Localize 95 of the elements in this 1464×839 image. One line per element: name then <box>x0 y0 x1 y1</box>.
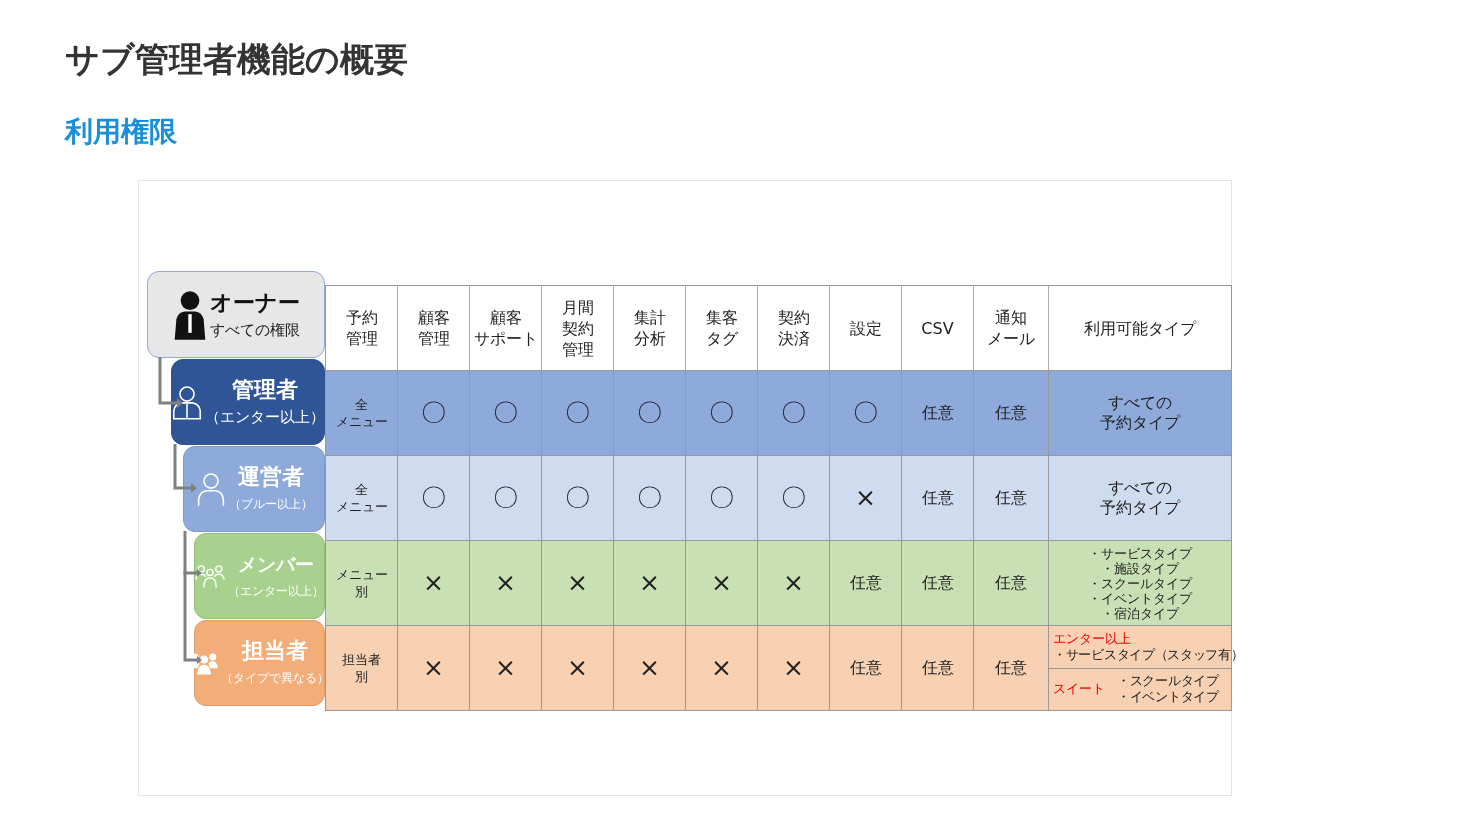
table-cell: 〇 <box>637 401 662 425</box>
column-header: 集客 <box>705 307 738 328</box>
table-cell: 〇 <box>421 486 446 510</box>
table-cell-text: 任意 <box>995 657 1027 679</box>
table-cell: × <box>639 571 660 595</box>
menu-scope: 担当者 <box>342 651 381 668</box>
menu-scope: 全 <box>355 481 368 498</box>
table-cell-text: 任意 <box>849 657 882 679</box>
menu-scope: メニュー <box>335 413 388 430</box>
column-header: 集計 <box>633 307 666 328</box>
table-cell: × <box>783 656 804 680</box>
column-header: 設定 <box>849 317 882 339</box>
table-cell: 〇 <box>493 401 518 425</box>
type-text: ・スクールタイプ <box>1117 673 1219 690</box>
table-cell-text: 任意 <box>995 572 1027 594</box>
column-header: 管理 <box>561 338 594 360</box>
table-cell: 〇 <box>565 486 590 510</box>
table-cell: 〇 <box>565 401 590 425</box>
table-cell: 〇 <box>781 401 806 425</box>
column-header: タグ <box>705 328 738 349</box>
table-cell-text: 任意 <box>849 572 882 594</box>
column-header: 利用可能タイプ <box>1084 317 1196 339</box>
table-cell: 〇 <box>637 486 662 510</box>
type-text: ・サービスタイプ <box>1088 545 1192 561</box>
column-header: 契約 <box>561 317 594 339</box>
column-header: サポート <box>473 328 538 349</box>
column-header: 月間 <box>561 296 594 318</box>
plan-label: スイート <box>1053 681 1105 698</box>
page-title: サブ管理者機能の概要 <box>65 38 409 81</box>
person-icon <box>171 384 202 420</box>
table-cell: × <box>423 656 444 680</box>
table-cell-text: 任意 <box>921 402 954 424</box>
role-name: メンバー <box>238 552 314 577</box>
table-cell: × <box>567 656 588 680</box>
column-header: 管理 <box>417 328 450 349</box>
role-name: 担当者 <box>242 637 308 665</box>
column-header: 管理 <box>345 328 378 349</box>
table-cell: 〇 <box>709 401 734 425</box>
table-cell-text: 任意 <box>995 402 1027 424</box>
column-header: メール <box>987 328 1035 349</box>
column-header: 顧客 <box>417 307 450 328</box>
table-cell-text: 任意 <box>995 487 1027 509</box>
role-name: 管理者 <box>231 376 298 404</box>
column-header: 予約 <box>345 307 378 328</box>
table-cell: × <box>855 486 876 510</box>
table-cell: × <box>567 571 588 595</box>
menu-scope: メニュー <box>335 566 388 583</box>
table-cell: 〇 <box>709 486 734 510</box>
table-cell: 〇 <box>421 401 446 425</box>
type-text: ・イベントタイプ <box>1088 590 1192 606</box>
table-cell: × <box>711 571 732 595</box>
type-text: ・施設タイプ <box>1101 560 1179 576</box>
role-note: （エンター以上） <box>204 407 325 428</box>
table-cell: × <box>495 656 516 680</box>
role-note: （タイプで異なる） <box>221 670 329 687</box>
role-note: すべての権限 <box>209 319 300 341</box>
table-cell: × <box>639 656 660 680</box>
type-text: ・スクールタイプ <box>1088 575 1192 591</box>
column-header: 通知 <box>995 307 1027 328</box>
role-name: オーナー <box>209 288 300 317</box>
plan-label: エンター以上 <box>1053 630 1131 647</box>
menu-scope: 別 <box>355 668 368 685</box>
column-header: 顧客 <box>489 307 522 328</box>
role-note: （エンター以上） <box>228 583 324 600</box>
type-text: すべての <box>1108 393 1172 413</box>
menu-scope: 別 <box>355 583 368 600</box>
connector-arrow <box>158 357 183 408</box>
type-text: ・イベントタイプ <box>1117 689 1219 706</box>
type-text: ・宿泊タイプ <box>1101 605 1179 621</box>
table-cell: 〇 <box>781 486 806 510</box>
menu-scope: 全 <box>355 396 368 413</box>
table-cell: × <box>423 571 444 595</box>
table-cell: × <box>783 571 804 595</box>
people-icon <box>195 563 225 589</box>
table-cell: 〇 <box>493 486 518 510</box>
type-text: ・サービスタイプ（スタッフ有） <box>1053 646 1244 663</box>
menu-scope: メニュー <box>335 498 388 515</box>
role-name: 運営者 <box>237 463 304 491</box>
table-cell-text: 任意 <box>921 487 954 509</box>
type-text: 予約タイプ <box>1100 498 1180 518</box>
column-header: 決済 <box>777 328 810 349</box>
role-note: （ブルー以上） <box>228 496 313 513</box>
column-header: 契約 <box>777 307 810 328</box>
table-cell-text: 任意 <box>921 657 954 679</box>
connector-arrow <box>173 444 197 493</box>
table-cell-text: 任意 <box>921 572 954 594</box>
table-cell: × <box>711 656 732 680</box>
section-title: 利用権限 <box>65 114 178 150</box>
table-cell: × <box>495 571 516 595</box>
type-text: すべての <box>1108 478 1172 498</box>
person-icon <box>195 471 226 507</box>
type-text: 予約タイプ <box>1100 413 1180 433</box>
column-header: 分析 <box>633 328 666 349</box>
column-header: CSV <box>921 317 954 339</box>
table-cell: 〇 <box>853 401 878 425</box>
